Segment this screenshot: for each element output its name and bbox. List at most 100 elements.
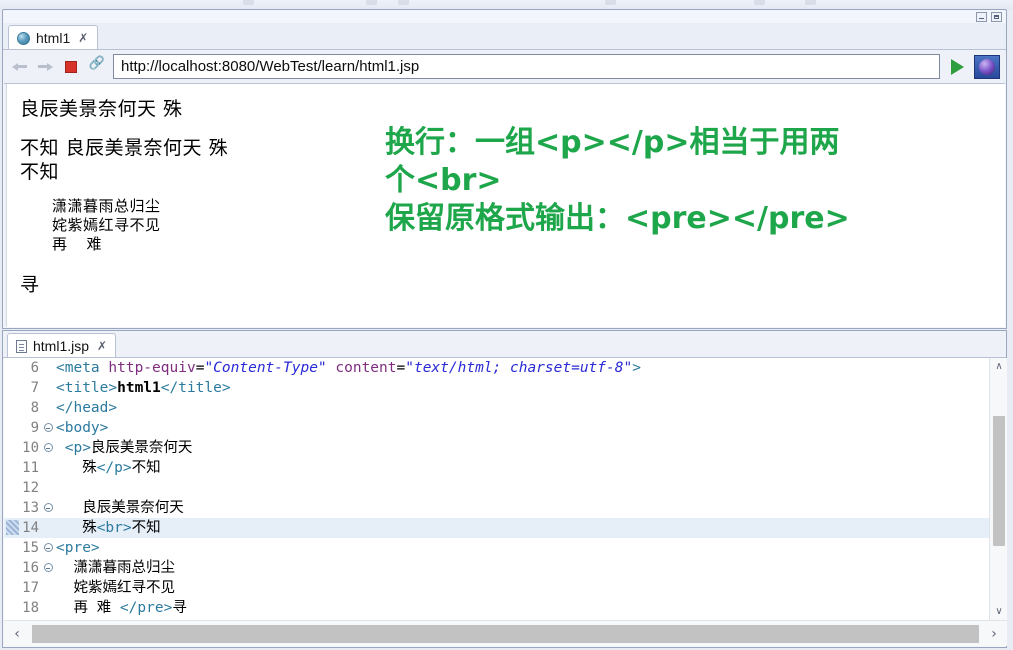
toolbar-ghost-icon xyxy=(243,0,254,5)
back-arrow-icon xyxy=(11,61,27,72)
line-marker-icon xyxy=(6,520,19,535)
view-window-buttons xyxy=(976,12,1002,22)
page-paragraph: 良辰美景奈何天 殊 xyxy=(20,98,183,120)
code-text: 再 难 </pre>寻 xyxy=(56,600,187,616)
editor-tab-html1-jsp[interactable]: html1.jsp ✗ xyxy=(7,333,117,358)
stop-icon xyxy=(65,60,77,73)
toolbar-ghost-icon xyxy=(605,0,616,5)
page-trailing-text: 寻 xyxy=(20,274,40,296)
jsp-document-icon xyxy=(16,339,27,353)
line-number: 11 xyxy=(22,460,39,476)
scroll-left-icon[interactable]: ‹ xyxy=(4,622,30,646)
code-text: <pre> xyxy=(56,540,100,556)
fold-collapse-icon[interactable] xyxy=(42,498,54,518)
page-paragraph: 不知 xyxy=(20,161,60,183)
code-line[interactable]: 16 潇潇暮雨总归尘 xyxy=(4,558,989,578)
code-line[interactable]: 14 殊<br>不知 xyxy=(4,518,989,538)
browser-tab-label: html1 xyxy=(36,30,71,46)
code-text: <p>良辰美景奈何天 xyxy=(56,440,193,456)
rendered-page-content: 良辰美景奈何天 殊 不知 良辰美景奈何天 殊 不知 潇潇暮雨总归尘 姹紫嫣红寻不… xyxy=(4,83,1005,327)
code-line[interactable]: 17 姹紫嫣红寻不见 xyxy=(4,578,989,598)
code-line[interactable]: 12 xyxy=(4,478,989,498)
page-paragraph: 不知 良辰美景奈何天 殊 xyxy=(20,137,229,159)
scroll-right-icon[interactable]: › xyxy=(981,622,1007,646)
link-refresh-icon xyxy=(89,56,105,74)
code-text: <title>html1</title> xyxy=(56,380,231,396)
fold-collapse-icon[interactable] xyxy=(42,438,54,458)
browser-toolbar: http://localhost:8080/WebTest/learn/html… xyxy=(3,50,1006,83)
go-button[interactable] xyxy=(946,56,968,78)
code-text: 良辰美景奈何天 xyxy=(56,500,184,516)
code-line[interactable]: 8 </head> xyxy=(4,398,989,418)
code-line[interactable]: 15 <pre> xyxy=(4,538,989,558)
code-text: 殊<br>不知 xyxy=(56,520,161,536)
code-lines-container: 6 <meta http-equiv="Content-Type" content… xyxy=(4,358,989,620)
code-line[interactable]: 9 <body> xyxy=(4,418,989,438)
fold-collapse-icon[interactable] xyxy=(42,538,54,558)
page-pre-line: 再 难 xyxy=(52,235,103,253)
purple-globe-icon xyxy=(979,58,995,75)
annotation-line-2: 个<br> xyxy=(385,163,502,198)
line-number: 10 xyxy=(22,440,39,456)
fold-collapse-icon[interactable] xyxy=(42,418,54,438)
play-arrow-icon xyxy=(950,58,964,75)
code-line[interactable]: 7 <title>html1</title> xyxy=(4,378,989,398)
line-number: 12 xyxy=(22,480,39,496)
annotation-line-3: 保留原格式输出：<pre></pre> xyxy=(385,201,850,236)
forward-button[interactable] xyxy=(35,57,55,77)
minimize-view-button[interactable] xyxy=(976,12,987,22)
browser-tab-bar: html1 ✗ xyxy=(3,23,1006,50)
line-number: 8 xyxy=(30,400,39,416)
annotation-line-1: 换行：一组<p></p>相当于用两 xyxy=(385,125,840,160)
line-number: 18 xyxy=(22,600,39,616)
scroll-up-icon[interactable]: ∧ xyxy=(990,358,1007,375)
forward-arrow-icon xyxy=(37,61,53,72)
back-button[interactable] xyxy=(9,57,29,77)
code-line[interactable]: 10 <p>良辰美景奈何天 xyxy=(4,438,989,458)
line-number: 13 xyxy=(22,500,39,516)
stop-button[interactable] xyxy=(61,57,81,77)
code-editing-area[interactable]: 6 <meta http-equiv="Content-Type" content… xyxy=(4,358,1007,620)
line-number: 7 xyxy=(30,380,39,396)
page-pre-line: 姹紫嫣红寻不见 xyxy=(52,216,161,234)
line-number: 6 xyxy=(30,360,39,376)
url-input[interactable]: http://localhost:8080/WebTest/learn/html… xyxy=(113,54,940,79)
toolbar-ghost-icon xyxy=(398,0,409,5)
browser-tab-html1[interactable]: html1 ✗ xyxy=(8,25,99,50)
scroll-down-icon[interactable]: ∨ xyxy=(990,603,1007,620)
page-pre-line: 潇潇暮雨总归尘 xyxy=(52,197,161,215)
editor-vertical-scrollbar[interactable]: ∧ ∨ xyxy=(989,358,1007,620)
line-number: 16 xyxy=(22,560,39,576)
code-text: 潇潇暮雨总归尘 xyxy=(56,560,175,576)
line-number: 17 xyxy=(22,580,39,596)
close-icon[interactable]: ✗ xyxy=(97,340,107,352)
globe-icon xyxy=(17,31,30,45)
line-number: 15 xyxy=(22,540,39,556)
code-text: 姹紫嫣红寻不见 xyxy=(56,580,175,596)
editor-horizontal-scrollbar[interactable]: ‹ › xyxy=(4,620,1007,646)
code-line[interactable]: 6 <meta http-equiv="Content-Type" content… xyxy=(4,358,989,378)
editor-tab-bar: html1.jsp ✗ xyxy=(3,331,1006,358)
horizontal-scroll-thumb[interactable] xyxy=(32,624,979,643)
vertical-scroll-thumb[interactable] xyxy=(993,416,1005,546)
code-line[interactable]: 13 良辰美景奈何天 xyxy=(4,498,989,518)
url-text: http://localhost:8080/WebTest/learn/html… xyxy=(121,58,420,75)
close-icon[interactable]: ✗ xyxy=(78,32,88,44)
code-text: 殊</p>不知 xyxy=(56,460,161,476)
code-text: <body> xyxy=(56,420,109,436)
screen-root: html1 ✗ http://localhost:8080/WebTest/le… xyxy=(0,0,1013,650)
code-text: <meta http-equiv="Content-Type" content=… xyxy=(56,360,641,376)
code-text: </head> xyxy=(56,400,118,416)
code-line[interactable]: 18 再 难 </pre>寻 xyxy=(4,598,989,618)
maximize-view-button[interactable] xyxy=(991,12,1002,22)
open-web-browser-button[interactable] xyxy=(974,54,1000,79)
line-number: 9 xyxy=(30,420,39,436)
internal-web-browser-view: html1 ✗ http://localhost:8080/WebTest/le… xyxy=(2,9,1007,329)
toolbar-ghost-icon xyxy=(366,0,377,5)
fold-collapse-icon[interactable] xyxy=(42,558,54,578)
toolbar-ghost-icon xyxy=(754,0,765,5)
jsp-source-editor: html1.jsp ✗ 6 <meta http-equiv="Content-T… xyxy=(2,330,1007,648)
editor-tab-label: html1.jsp xyxy=(33,338,90,354)
code-line[interactable]: 11 殊</p>不知 xyxy=(4,458,989,478)
refresh-button[interactable] xyxy=(87,56,107,77)
